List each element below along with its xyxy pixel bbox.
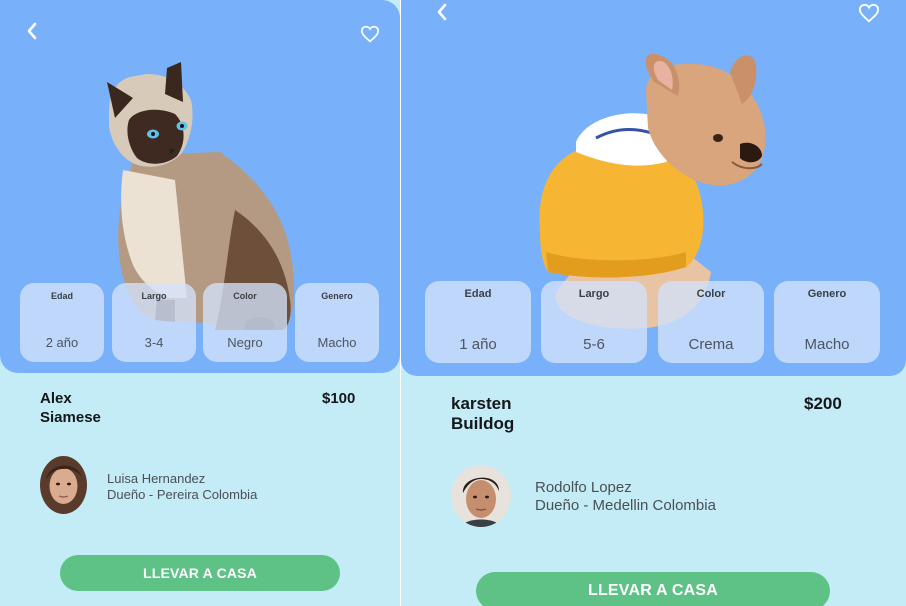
attribute-card-color: Color Negro bbox=[203, 283, 287, 362]
attribute-label: Largo bbox=[141, 291, 167, 301]
favorite-button[interactable] bbox=[360, 25, 380, 48]
pet-breed: Buildog bbox=[451, 414, 515, 433]
attribute-label: Genero bbox=[321, 291, 353, 301]
attribute-label: Color bbox=[696, 288, 726, 300]
pet-hero: Edad 2 año Largo 3-4 Color Negro Genero … bbox=[0, 0, 400, 373]
attribute-card-color: Color Crema bbox=[658, 281, 764, 363]
attribute-card-length: Largo 3-4 bbox=[112, 283, 196, 362]
attribute-value: 1 año bbox=[459, 336, 497, 353]
pet-price: $200 bbox=[804, 394, 842, 413]
attribute-label: Largo bbox=[578, 288, 610, 300]
attribute-label: Edad bbox=[50, 291, 73, 301]
attribute-card-length: Largo 5-6 bbox=[541, 281, 647, 363]
owner-location: Dueño - Pereira Colombia bbox=[107, 487, 258, 502]
owner-avatar-image bbox=[451, 465, 511, 527]
back-button[interactable] bbox=[26, 22, 38, 44]
attribute-value: Negro bbox=[227, 335, 263, 350]
owner-avatar[interactable] bbox=[40, 456, 87, 514]
attribute-label: Genero bbox=[807, 288, 847, 300]
heart-outline-icon bbox=[360, 25, 380, 43]
pet-breed: Siamese bbox=[40, 409, 101, 426]
attribute-card-gender: Genero Macho bbox=[774, 281, 880, 363]
attribute-value: 3-4 bbox=[144, 335, 164, 350]
attribute-label: Color bbox=[233, 291, 257, 301]
owner-name: Rodolfo Lopez bbox=[535, 479, 632, 496]
attribute-value: Macho bbox=[804, 336, 850, 353]
adopt-button[interactable]: LLEVAR A CASA bbox=[60, 555, 340, 591]
attribute-value: 5-6 bbox=[583, 336, 605, 353]
pet-hero: Edad 1 año Largo 5-6 Color Crema Genero … bbox=[401, 0, 906, 376]
attribute-value: 2 año bbox=[45, 335, 79, 350]
adopt-button[interactable]: LLEVAR A CASA bbox=[476, 572, 830, 606]
pet-name: Alex bbox=[40, 390, 72, 407]
back-button[interactable] bbox=[436, 3, 448, 25]
owner-avatar[interactable] bbox=[451, 465, 511, 527]
heart-outline-icon bbox=[858, 3, 880, 23]
favorite-button[interactable] bbox=[857, 3, 881, 28]
attribute-card-age: Edad 1 año bbox=[425, 281, 531, 363]
owner-name: Luisa Hernandez bbox=[107, 471, 206, 486]
attribute-card-age: Edad 2 año bbox=[20, 283, 104, 362]
attribute-value: Macho bbox=[317, 335, 357, 350]
owner-location: Dueño - Medellin Colombia bbox=[535, 497, 716, 514]
chevron-left-icon bbox=[437, 3, 447, 21]
pet-detail-screen-dog: Edad 1 año Largo 5-6 Color Crema Genero … bbox=[401, 0, 906, 606]
attribute-label: Edad bbox=[464, 288, 492, 300]
chevron-left-icon bbox=[27, 22, 37, 40]
owner-avatar-image bbox=[40, 456, 87, 514]
attribute-card-gender: Genero Macho bbox=[295, 283, 379, 362]
attribute-value: Crema bbox=[688, 336, 734, 353]
pet-price: $100 bbox=[322, 390, 356, 407]
pet-detail-screen-cat: Edad 2 año Largo 3-4 Color Negro Genero … bbox=[0, 0, 400, 606]
pet-name: karsten bbox=[451, 394, 512, 413]
